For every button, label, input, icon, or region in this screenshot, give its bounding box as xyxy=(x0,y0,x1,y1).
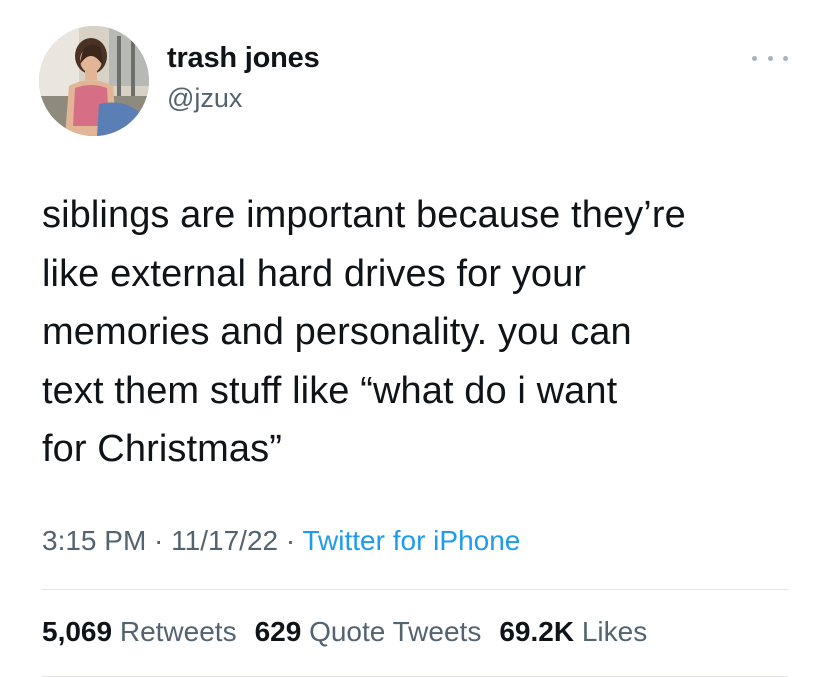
tweet-meta: 3:15 PM · 11/17/22 · Twitter for iPhone xyxy=(42,525,520,557)
avatar[interactable] xyxy=(39,26,149,136)
dot xyxy=(752,55,757,61)
retweets-label: Retweets xyxy=(119,616,237,647)
quote-tweets-stat[interactable]: 629 Quote Tweets xyxy=(255,616,482,648)
meta-separator: · xyxy=(278,525,303,556)
likes-count: 69.2K xyxy=(499,616,575,647)
retweets-stat[interactable]: 5,069 Retweets xyxy=(42,616,237,648)
tweet-time[interactable]: 3:15 PM xyxy=(42,525,146,556)
more-options-icon[interactable] xyxy=(752,48,788,68)
author-handle[interactable]: @jzux xyxy=(167,83,242,114)
tweet-card: trash jones @jzux siblings are important… xyxy=(0,0,828,677)
likes-stat[interactable]: 69.2K Likes xyxy=(499,616,647,648)
tweet-date[interactable]: 11/17/22 xyxy=(171,525,278,556)
divider xyxy=(42,589,788,590)
meta-separator: · xyxy=(146,525,172,556)
quote-tweets-count: 629 xyxy=(254,616,302,647)
quote-tweets-label: Quote Tweets xyxy=(309,616,482,647)
retweets-count: 5,069 xyxy=(42,616,113,647)
tweet-text: siblings are important because they’re l… xyxy=(42,194,686,470)
profile-photo-icon xyxy=(39,26,149,136)
likes-label: Likes xyxy=(581,616,648,647)
dot xyxy=(783,55,788,61)
tweet-stats: 5,069 Retweets 629 Quote Tweets 69.2K Li… xyxy=(42,616,647,648)
dot xyxy=(767,55,773,61)
author-display-name[interactable]: trash jones xyxy=(167,42,320,75)
tweet-source-link[interactable]: Twitter for iPhone xyxy=(302,525,520,556)
